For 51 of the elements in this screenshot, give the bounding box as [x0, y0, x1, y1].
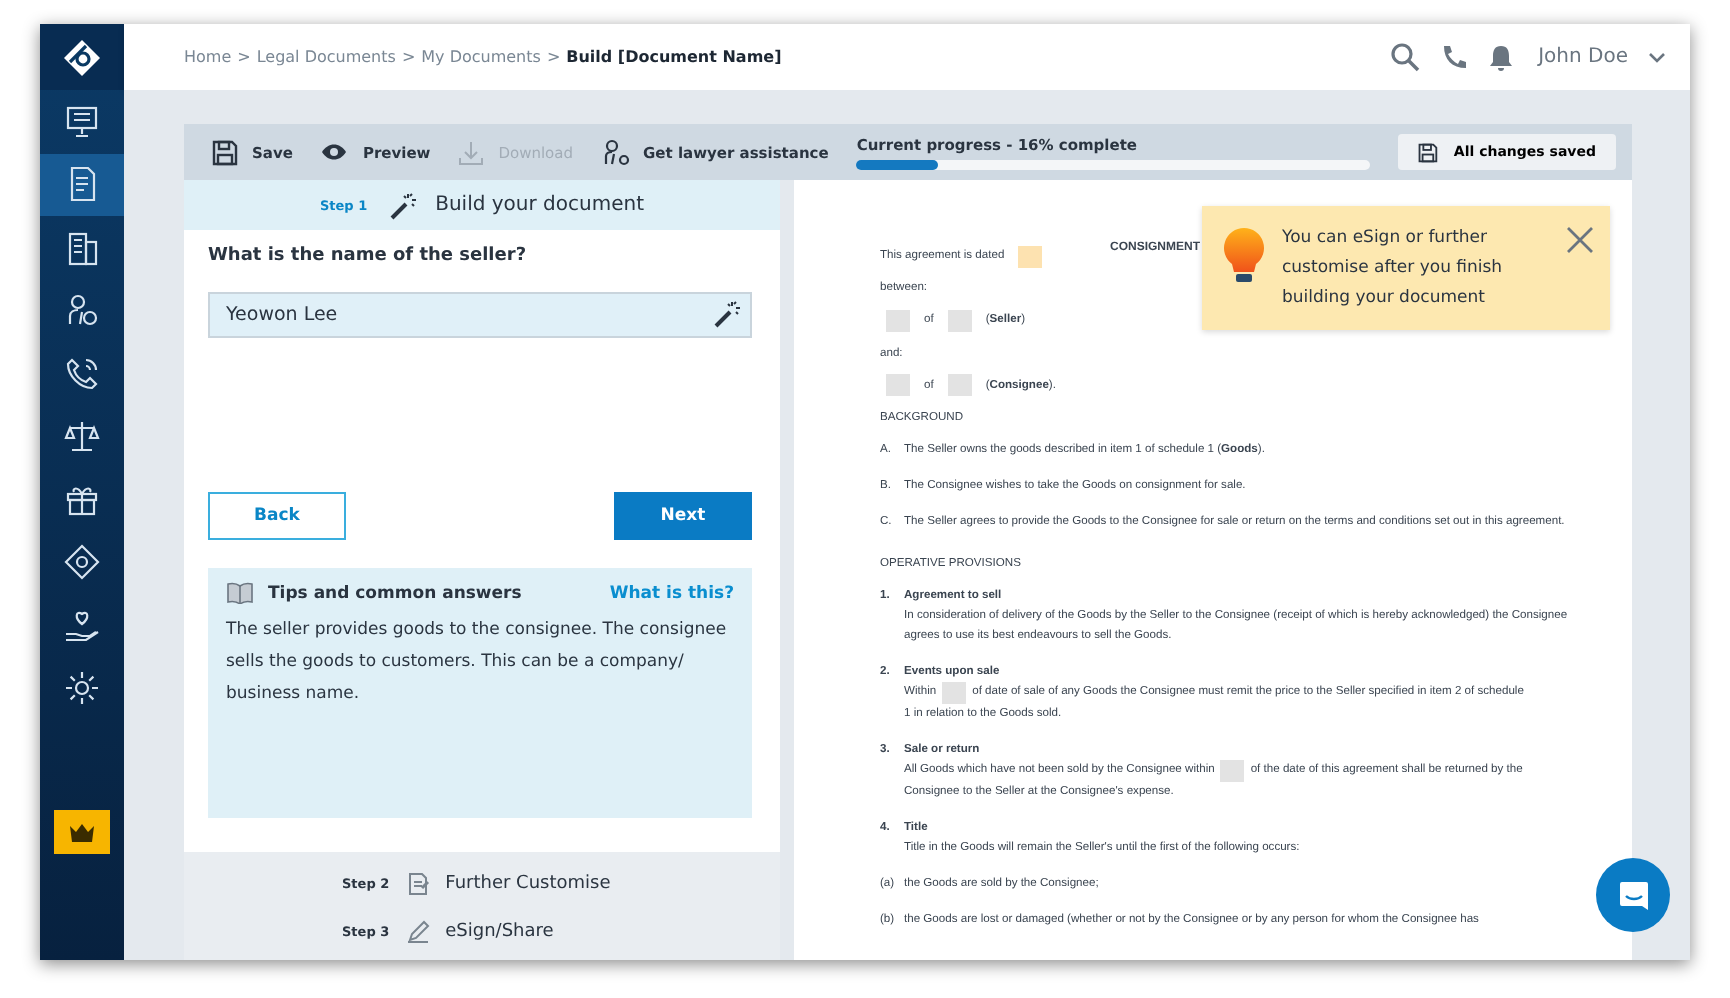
blank-field[interactable]	[947, 374, 972, 397]
user-name[interactable]: John Doe	[1538, 46, 1628, 68]
chat-icon	[1617, 879, 1649, 911]
blank-field[interactable]	[942, 681, 967, 704]
tip-text: You can eSign or further customise after you finish building your document	[1282, 226, 1505, 312]
pen-icon	[405, 920, 430, 944]
back-button[interactable]: Back	[208, 492, 346, 540]
gift-icon	[64, 481, 100, 518]
magic-wand-icon	[387, 191, 416, 219]
sidebar-nav-button[interactable]	[40, 153, 124, 216]
tips-title: Tips and common answers	[268, 583, 522, 603]
premium-button[interactable]	[54, 810, 110, 854]
next-button[interactable]: Next	[614, 492, 752, 540]
blank-field[interactable]	[947, 309, 972, 332]
document-edit-icon	[405, 872, 430, 896]
eye-icon	[320, 142, 349, 162]
breadcrumb-separator: >	[237, 48, 251, 66]
chat-button[interactable]	[1596, 858, 1670, 932]
seller-name-field[interactable]: Yeowon Lee	[208, 292, 752, 338]
step-title: Build your document	[435, 194, 645, 216]
breadcrumb-link[interactable]: My Documents	[421, 48, 541, 66]
magic-wand-icon	[712, 299, 740, 327]
crown-icon	[70, 823, 94, 841]
blank-field[interactable]	[1018, 245, 1043, 268]
blank-field[interactable]	[886, 374, 910, 397]
hand-heart-icon	[64, 607, 100, 644]
breadcrumb-separator: >	[401, 48, 416, 66]
chevron-down-icon[interactable]	[1648, 51, 1666, 63]
blank-field[interactable]	[886, 309, 910, 332]
bell-icon[interactable]	[1488, 43, 1515, 71]
breadcrumb-separator: >	[546, 48, 561, 66]
book-icon	[226, 582, 254, 604]
search-icon[interactable]	[1390, 42, 1421, 72]
monitor-icon	[64, 103, 100, 140]
phone-icon	[64, 355, 100, 392]
phone-icon[interactable]	[1440, 43, 1469, 71]
blank-field[interactable]	[1220, 759, 1245, 782]
diamond-icon	[64, 544, 100, 581]
person-icon	[64, 292, 100, 329]
close-icon[interactable]	[1566, 226, 1594, 254]
breadcrumb-link[interactable]: Build [Document Name]	[566, 48, 782, 66]
breadcrumb-link[interactable]: Home	[184, 48, 232, 66]
settings-icon	[64, 670, 100, 707]
lightbulb-icon	[1222, 226, 1266, 286]
tips-text: The seller provides goods to the consignee. The consignee sells the goods to customers. This can be a company/ business name.	[226, 618, 729, 708]
scales-icon	[64, 418, 100, 455]
question-label: What is the name of the seller?	[208, 246, 529, 266]
download-icon	[458, 139, 485, 165]
building-icon	[64, 229, 100, 266]
breadcrumb-link[interactable]: Legal Documents	[256, 48, 396, 66]
person-icon	[601, 138, 629, 166]
